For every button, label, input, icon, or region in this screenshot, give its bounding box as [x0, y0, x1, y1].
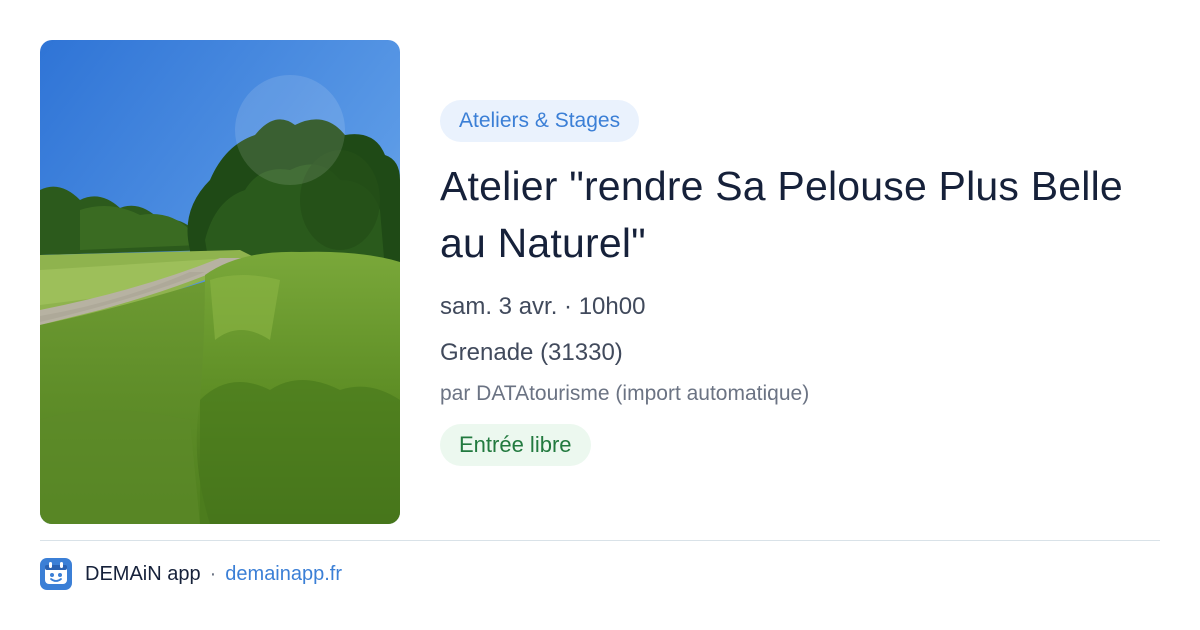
- footer-separator: ·: [209, 562, 217, 585]
- event-details: Ateliers & Stages Atelier "rendre Sa Pel…: [440, 100, 1160, 466]
- event-organizer: par DATAtourisme (import automatique): [440, 382, 810, 405]
- site-link[interactable]: demainapp.fr: [225, 563, 342, 586]
- footer-divider: [40, 540, 1160, 541]
- event-title[interactable]: Atelier "rendre Sa Pelouse Plus Belle au…: [440, 158, 1160, 272]
- event-photo: [40, 40, 400, 524]
- price-badge: Entrée libre: [440, 424, 591, 466]
- footer: DEMAiN app · demainapp.fr: [40, 557, 342, 591]
- demain-app-icon: [40, 558, 72, 590]
- event-date: sam. 3 avr. · 10h00: [440, 293, 646, 320]
- event-card: Ateliers & Stages Atelier "rendre Sa Pel…: [0, 0, 1200, 630]
- event-location: Grenade (31330): [440, 339, 623, 366]
- app-name: DEMAiN app: [85, 562, 201, 585]
- category-badge[interactable]: Ateliers & Stages: [440, 100, 640, 142]
